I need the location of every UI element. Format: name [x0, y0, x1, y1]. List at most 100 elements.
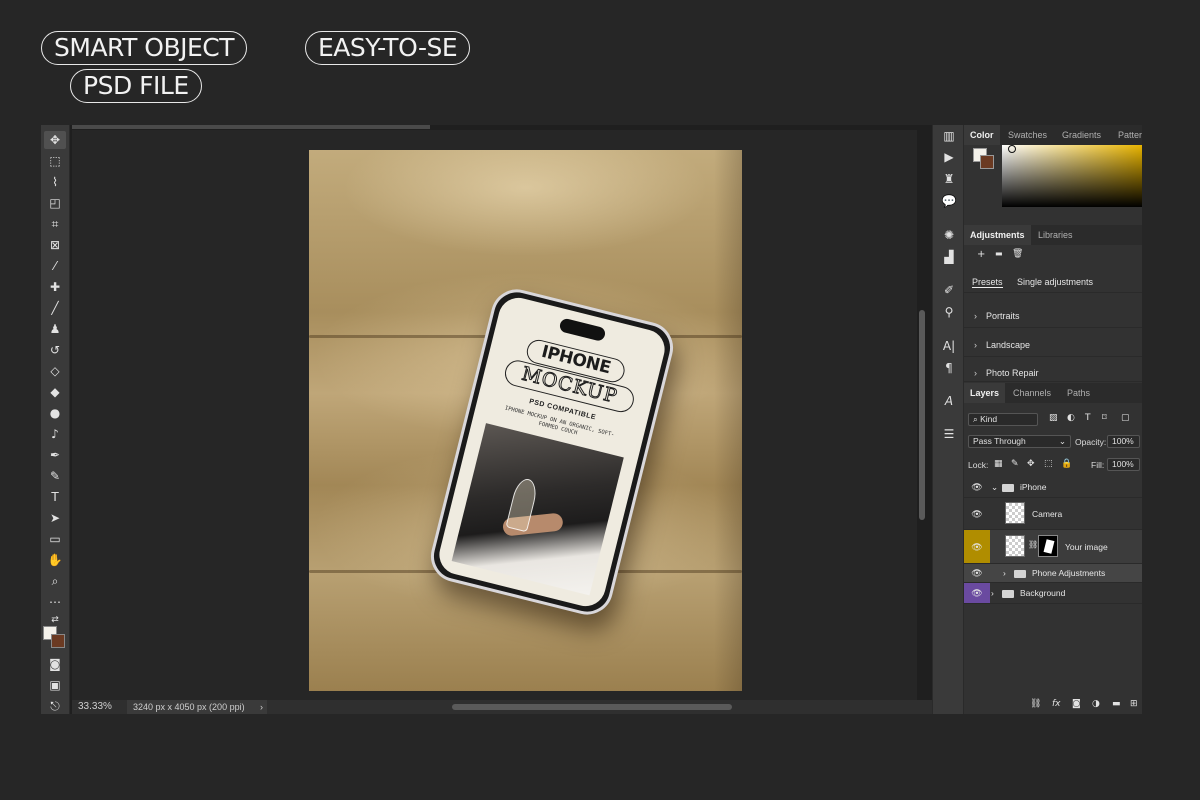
link-layers-icon[interactable]: ⛓: [1030, 699, 1041, 709]
pen-icon[interactable]: ✒: [44, 446, 66, 464]
canvas-area[interactable]: IPHONE MOCKUP PSD COMPATIBLE IPHONE MOCK…: [72, 130, 917, 700]
collapse-chevron-icon[interactable]: ⌄: [991, 476, 998, 498]
visibility-eye-icon[interactable]: 👁: [964, 564, 990, 582]
opacity-input[interactable]: 100%: [1107, 435, 1140, 448]
color-background-swatch[interactable]: [980, 155, 994, 169]
fill-input[interactable]: 100%: [1107, 458, 1140, 471]
character-icon[interactable]: A|: [938, 337, 960, 355]
color-picker-handle[interactable]: [1008, 145, 1016, 153]
navigator-icon[interactable]: ✺: [938, 226, 960, 244]
lock-all-icon[interactable]: 🔒: [1061, 459, 1072, 469]
hand-icon[interactable]: ✋: [44, 551, 66, 569]
document-canvas[interactable]: IPHONE MOCKUP PSD COMPATIBLE IPHONE MOCK…: [309, 150, 742, 691]
stamp-icon[interactable]: ♟: [44, 320, 66, 338]
more-icon[interactable]: ⋯: [44, 593, 66, 611]
background-color-swatch[interactable]: [51, 634, 65, 648]
filter-pixel-icon[interactable]: ▨: [1049, 413, 1058, 423]
add-mask-icon[interactable]: ◙: [1072, 699, 1081, 709]
tab-patterns[interactable]: Patter: [1118, 125, 1142, 145]
expand-chevron-icon[interactable]: ›: [1003, 564, 1006, 583]
blur-icon[interactable]: ●: [44, 404, 66, 422]
tab-paths[interactable]: Paths: [1067, 383, 1090, 403]
lock-image-icon[interactable]: ✎: [1011, 459, 1019, 469]
pen-alt-icon[interactable]: ✎: [44, 467, 66, 485]
path-select-icon[interactable]: ➤: [44, 509, 66, 527]
preset-landscape[interactable]: › Landscape: [964, 333, 1142, 357]
filter-type-icon[interactable]: T: [1085, 413, 1091, 423]
rectangle-icon[interactable]: ▭: [44, 530, 66, 548]
screen-mode-icon[interactable]: ▣: [44, 676, 66, 694]
tab-color[interactable]: Color: [964, 125, 1000, 145]
brushes-icon[interactable]: ✐: [938, 281, 960, 299]
move-icon[interactable]: ✥: [44, 131, 66, 149]
object-select-icon[interactable]: ◰: [44, 194, 66, 212]
filter-shape-icon[interactable]: ⌑: [1102, 413, 1107, 423]
layer-row-background[interactable]: 👁 › Background: [964, 583, 1142, 604]
visibility-eye-icon[interactable]: 👁: [964, 530, 990, 563]
dodge-icon[interactable]: ♪: [44, 425, 66, 443]
frame-icon[interactable]: ⊠: [44, 236, 66, 254]
vertical-scrollbar[interactable]: [919, 310, 925, 520]
filter-adjustment-icon[interactable]: ◐: [1067, 413, 1075, 423]
tab-adjustments[interactable]: Adjustments: [964, 225, 1031, 245]
layer-row-your-image[interactable]: 👁 ⛓ Your image: [964, 530, 1142, 564]
add-icon[interactable]: +: [977, 249, 985, 260]
tab-layers[interactable]: Layers: [964, 383, 1006, 403]
zoom-level[interactable]: 33.33%: [78, 700, 112, 714]
fx-icon[interactable]: fx: [1052, 699, 1061, 709]
preset-photo-repair[interactable]: › Photo Repair: [964, 362, 1142, 382]
brush-icon[interactable]: ╱: [44, 299, 66, 317]
paragraph-icon[interactable]: ¶: [938, 359, 960, 377]
plugins-icon[interactable]: ♜: [938, 170, 960, 188]
zoom-icon[interactable]: ⌕: [44, 572, 66, 590]
histogram-icon[interactable]: ▟: [938, 248, 960, 266]
type-icon[interactable]: T: [44, 488, 66, 506]
color-picker-field[interactable]: [1002, 145, 1142, 207]
crop-icon[interactable]: ⌗: [44, 215, 66, 233]
subtab-single-adjustments[interactable]: Single adjustments: [1017, 277, 1093, 287]
actions-play-icon[interactable]: ▶: [938, 148, 960, 166]
lock-transparency-icon[interactable]: ▦: [994, 459, 1003, 469]
lasso-icon[interactable]: ⌇: [44, 173, 66, 191]
visibility-eye-icon[interactable]: 👁: [964, 498, 990, 529]
new-adjustment-icon[interactable]: ◑: [1092, 699, 1100, 709]
clone-source-icon[interactable]: ⚲: [938, 303, 960, 321]
status-chevron-icon[interactable]: ›: [260, 700, 263, 714]
folder-icon[interactable]: ▬: [995, 249, 1003, 258]
healing-icon[interactable]: ✚: [44, 278, 66, 296]
tab-channels[interactable]: Channels: [1013, 383, 1051, 403]
blend-mode-select[interactable]: Pass Through ⌄: [968, 435, 1071, 448]
comments-icon[interactable]: 💬: [938, 192, 960, 210]
new-layer-icon[interactable]: ⊞: [1130, 699, 1138, 709]
filter-smart-object-icon[interactable]: ▢: [1121, 413, 1130, 423]
history-brush-icon[interactable]: ↺: [44, 341, 66, 359]
marquee-icon[interactable]: ⬚: [44, 152, 66, 170]
eraser-icon[interactable]: ◇: [44, 362, 66, 380]
layer-mask-thumbnail[interactable]: [1038, 535, 1058, 557]
share-icon[interactable]: ⎋: [44, 697, 66, 714]
layer-row-phone-adjustments[interactable]: 👁 › Phone Adjustments: [964, 564, 1142, 583]
subtab-presets[interactable]: Presets: [972, 277, 1003, 288]
history-icon[interactable]: ▥: [938, 127, 960, 145]
properties-icon[interactable]: ☰: [938, 425, 960, 443]
eyedropper-icon[interactable]: ⁄: [44, 257, 66, 275]
horizontal-scrollbar[interactable]: [452, 704, 732, 710]
trash-icon[interactable]: 🗑: [1012, 249, 1023, 259]
tab-swatches[interactable]: Swatches: [1008, 125, 1047, 145]
expand-chevron-icon[interactable]: ›: [991, 583, 994, 604]
layer-filter-select[interactable]: ⌕ Kind: [968, 413, 1038, 426]
tab-libraries[interactable]: Libraries: [1038, 225, 1073, 245]
tab-gradients[interactable]: Gradients: [1062, 125, 1101, 145]
layer-row-iphone[interactable]: 👁 ⌄ iPhone: [964, 476, 1142, 498]
lock-position-icon[interactable]: ✥: [1027, 459, 1035, 469]
paint-bucket-icon[interactable]: ◆: [44, 383, 66, 401]
link-icon[interactable]: ⛓: [1028, 540, 1038, 549]
new-group-icon[interactable]: ▬: [1112, 699, 1121, 709]
lock-artboard-icon[interactable]: ⬚: [1044, 459, 1053, 469]
glyphs-icon[interactable]: A: [938, 392, 960, 410]
preset-portraits[interactable]: › Portraits: [964, 304, 1142, 328]
layer-row-camera[interactable]: 👁 Camera: [964, 498, 1142, 530]
visibility-eye-icon[interactable]: 👁: [964, 583, 990, 603]
visibility-eye-icon[interactable]: 👁: [964, 476, 990, 497]
quick-mask-icon[interactable]: ◙: [44, 655, 66, 673]
